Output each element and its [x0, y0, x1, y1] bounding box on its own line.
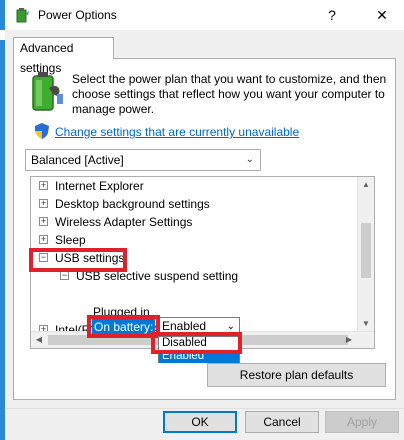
- power-options-icon: [16, 8, 29, 23]
- scroll-thumb[interactable]: [361, 223, 371, 278]
- title-bar: Power Options ? ✕: [5, 0, 404, 30]
- power-plan-select[interactable]: Balanced [Active] ⌄: [25, 149, 261, 171]
- scroll-left-icon[interactable]: ◀: [31, 332, 47, 348]
- tree-item-wireless-adapter[interactable]: + Wireless Adapter Settings: [39, 213, 192, 231]
- tree-item-internet-explorer[interactable]: + Internet Explorer: [39, 177, 144, 195]
- restore-defaults-button[interactable]: Restore plan defaults: [207, 363, 386, 387]
- cancel-button[interactable]: Cancel: [245, 411, 319, 433]
- expand-icon[interactable]: +: [39, 217, 48, 226]
- expand-icon[interactable]: +: [39, 235, 48, 244]
- footer-divider: [5, 408, 404, 409]
- scroll-right-icon[interactable]: ▶: [341, 332, 357, 348]
- annotation-box-usb-settings: [29, 248, 127, 272]
- change-settings-link[interactable]: Change settings that are currently unava…: [55, 125, 299, 139]
- scroll-down-icon[interactable]: ▼: [358, 316, 374, 332]
- scroll-up-icon[interactable]: ▲: [358, 177, 374, 193]
- ok-button[interactable]: OK: [163, 411, 237, 433]
- expand-icon[interactable]: +: [39, 181, 48, 190]
- collapse-icon[interactable]: −: [60, 271, 69, 280]
- dialog-body: Advanced settings Select the power plan …: [5, 30, 404, 440]
- annotation-box-on-battery: [87, 315, 160, 338]
- apply-button[interactable]: Apply: [325, 411, 399, 433]
- help-button[interactable]: ?: [321, 4, 343, 26]
- tree-item-label: Desktop background settings: [55, 197, 210, 211]
- tree-item-label: Internet Explorer: [55, 179, 144, 193]
- tree-item-label: Sleep: [55, 233, 86, 247]
- power-plan-value: Balanced [Active]: [31, 153, 124, 167]
- tree-vertical-scrollbar[interactable]: ▲ ▼: [357, 177, 374, 332]
- on-battery-value: Enabled: [162, 319, 207, 333]
- annotation-box-disabled: [151, 332, 242, 354]
- tree-item-sleep[interactable]: + Sleep: [39, 231, 86, 249]
- uac-shield-icon: [35, 123, 49, 139]
- tree-item-label: Wireless Adapter Settings: [55, 215, 193, 229]
- window-title: Power Options: [38, 8, 117, 22]
- close-button[interactable]: ✕: [367, 3, 397, 27]
- expand-icon[interactable]: +: [39, 199, 48, 208]
- tree-item-desktop-background[interactable]: + Desktop background settings: [39, 195, 210, 213]
- tab-advanced-settings[interactable]: Advanced settings: [13, 37, 114, 75]
- description-text: Select the power plan that you want to c…: [72, 72, 387, 116]
- chevron-down-icon: ⌄: [245, 154, 254, 165]
